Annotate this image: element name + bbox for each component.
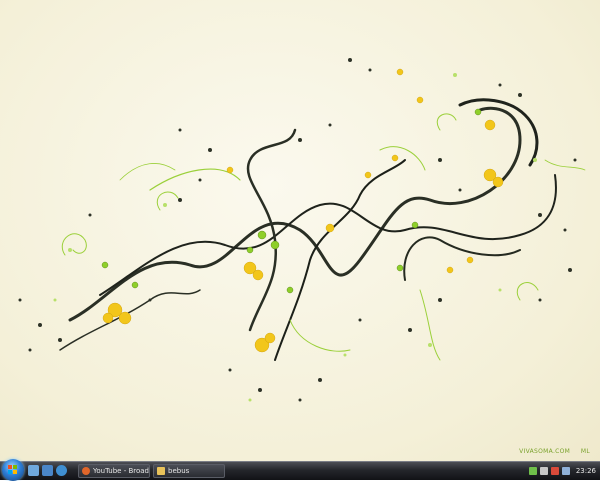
clock[interactable]: 23:26	[576, 467, 596, 475]
taskbar-button-bebus[interactable]: bebus	[153, 464, 225, 478]
floral-wallpaper	[18, 58, 586, 402]
security-icon[interactable]	[550, 467, 559, 475]
show-desktop-icon[interactable]	[28, 465, 39, 476]
start-button[interactable]	[2, 459, 24, 481]
wallpaper-watermark: VIVASOMA.COM ML	[519, 448, 590, 455]
task-label: bebus	[168, 467, 190, 475]
taskbar-button-youtube[interactable]: YouTube - Broadcas...	[78, 464, 150, 478]
internet-explorer-icon[interactable]	[56, 465, 67, 476]
system-tray: 23:26	[528, 463, 600, 479]
taskbar: YouTube - Broadcas... bebus 23:26	[0, 459, 600, 481]
desktop: VIVASOMA.COM ML	[0, 0, 600, 461]
firefox-icon	[82, 467, 90, 475]
quick-launch	[28, 465, 67, 478]
volume-icon[interactable]	[539, 467, 548, 475]
switch-windows-icon[interactable]	[42, 465, 53, 476]
folder-icon	[157, 467, 165, 475]
network-icon[interactable]	[528, 467, 537, 475]
task-label: YouTube - Broadcas...	[93, 467, 149, 475]
windows-orb-icon	[8, 465, 18, 475]
app-tray-icon[interactable]	[561, 467, 570, 475]
